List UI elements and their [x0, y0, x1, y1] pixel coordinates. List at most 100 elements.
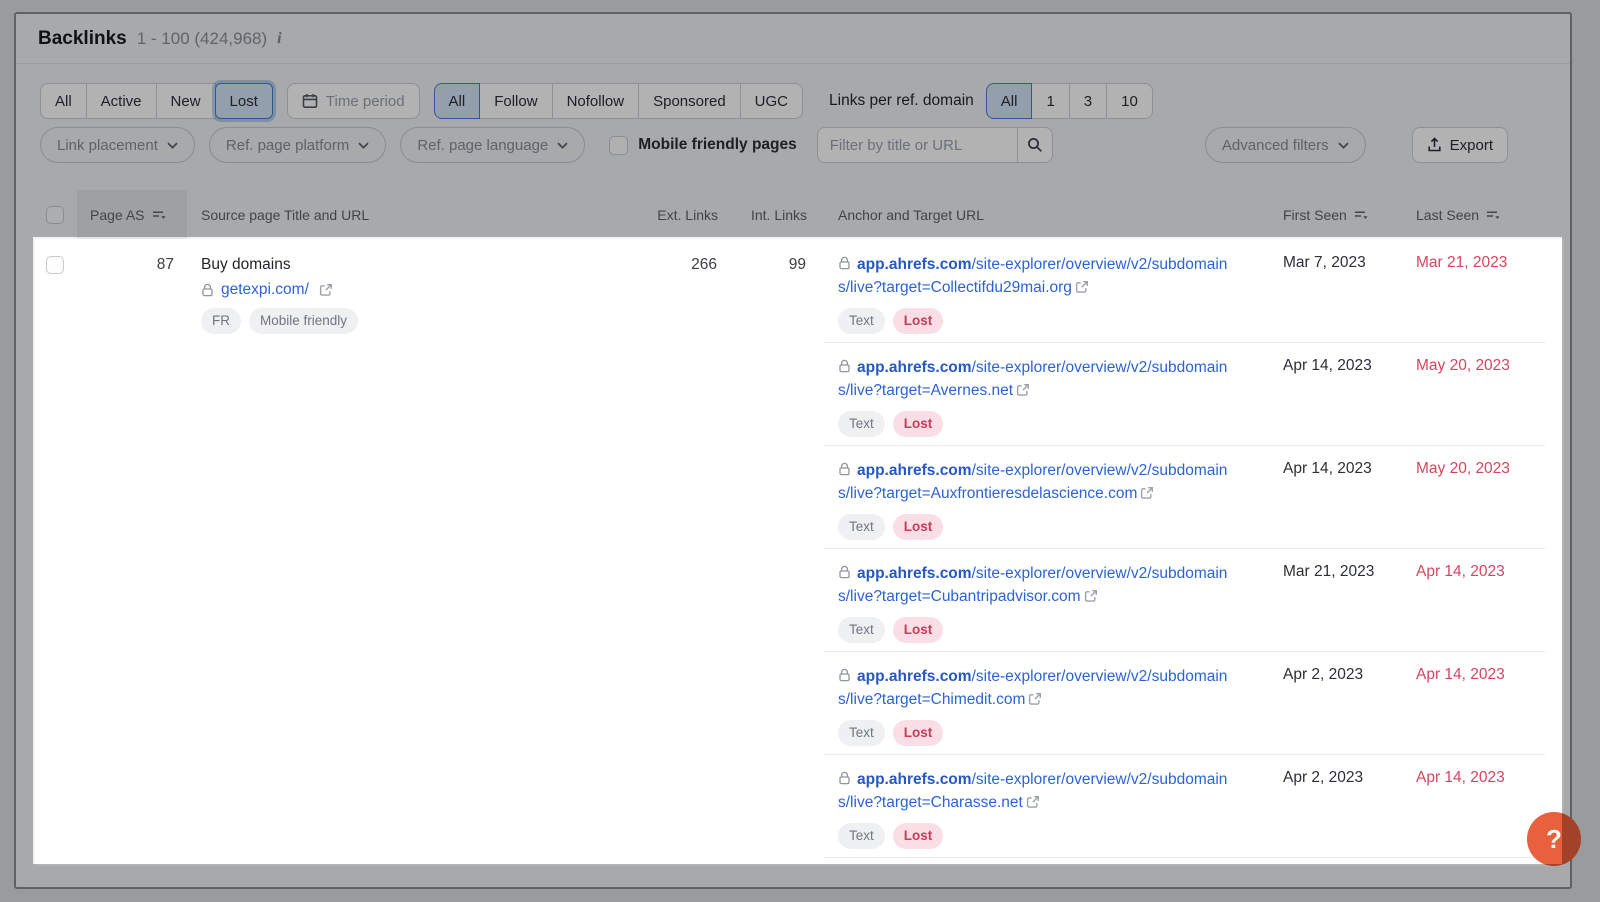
- column-header-ext-links: Ext. Links: [642, 190, 718, 239]
- rel-filter-ugc[interactable]: UGC: [740, 83, 803, 119]
- export-button[interactable]: Export: [1412, 127, 1508, 163]
- status-badge: Lost: [893, 617, 944, 643]
- links-per-domain-all[interactable]: All: [986, 83, 1033, 119]
- screenshot-stage: Backlinks 1 - 100 (424,968) i All Active…: [0, 0, 1600, 902]
- filter-toolbar-row-1: All Active New Lost Time period All Foll…: [40, 83, 1560, 119]
- rel-filter-nofollow[interactable]: Nofollow: [552, 83, 640, 119]
- target-url-link[interactable]: app.ahrefs.com/site-explorer/overview/v2…: [838, 359, 1227, 399]
- link-type-badge: Text: [838, 823, 885, 849]
- source-page-url-link[interactable]: getexpi.com/: [221, 281, 309, 299]
- target-url-link[interactable]: app.ahrefs.com/site-explorer/overview/v2…: [838, 462, 1227, 502]
- row-checkbox[interactable]: [46, 256, 64, 274]
- target-domain: app.ahrefs.com: [857, 462, 972, 479]
- rel-filter-sponsored[interactable]: Sponsored: [638, 83, 741, 119]
- select-all-checkbox[interactable]: [46, 206, 64, 224]
- external-link-icon[interactable]: [1075, 280, 1089, 294]
- external-link-icon[interactable]: [1084, 589, 1098, 603]
- anchor-target-cell: app.ahrefs.com/site-explorer/overview/v2…: [807, 445, 1270, 548]
- ref-page-language-label: Ref. page language: [417, 137, 548, 154]
- result-range-count: 1 - 100 (424,968): [137, 29, 267, 49]
- links-per-domain-3[interactable]: 3: [1069, 83, 1107, 119]
- anchor-target-cell: app.ahrefs.com/site-explorer/overview/v2…: [807, 239, 1270, 342]
- backlink-entry: app.ahrefs.com/site-explorer/overview/v2…: [807, 342, 1564, 445]
- table-row: 87 Buy domains getexpi.com/: [35, 239, 1564, 866]
- sort-icon: [1486, 208, 1500, 224]
- link-type-badge: Text: [838, 720, 885, 746]
- page-as-value: 87: [77, 239, 187, 866]
- time-period-button[interactable]: Time period: [287, 83, 420, 119]
- link-type-badge: Text: [838, 514, 885, 540]
- links-per-domain-label: Links per ref. domain: [829, 92, 974, 110]
- anchor-target-cell: app.ahrefs.com/site-explorer/overview/v2…: [807, 342, 1270, 445]
- backlinks-table: Page AS Source page Title and URL Ext. L…: [35, 190, 1564, 866]
- sort-icon: [1354, 208, 1368, 224]
- external-link-icon[interactable]: [1028, 692, 1042, 706]
- target-domain: app.ahrefs.com: [857, 256, 972, 273]
- source-page-cell: Buy domains getexpi.com/: [187, 239, 642, 866]
- anchor-target-cell: app.ahrefs.com/site-explorer/overview/v2…: [807, 754, 1270, 857]
- first-seen-value: Mar 21, 2023: [1270, 548, 1400, 651]
- title-url-filter: [817, 127, 1053, 163]
- links-per-domain-1[interactable]: 1: [1031, 83, 1069, 119]
- ref-page-language-dropdown[interactable]: Ref. page language: [400, 127, 585, 163]
- target-domain: app.ahrefs.com: [857, 359, 972, 376]
- chevron-down-icon: [167, 142, 178, 149]
- status-filter-segment: All Active New Lost: [40, 83, 273, 119]
- external-link-icon[interactable]: [1140, 486, 1154, 500]
- status-badge: Lost: [893, 720, 944, 746]
- link-placement-label: Link placement: [57, 137, 158, 154]
- status-filter-active[interactable]: Active: [86, 83, 157, 119]
- backlink-subrows: app.ahrefs.com/site-explorer/overview/v2…: [807, 239, 1564, 866]
- target-domain: app.ahrefs.com: [857, 668, 972, 685]
- column-header-last-seen[interactable]: Last Seen: [1400, 190, 1564, 239]
- links-per-domain-10[interactable]: 10: [1106, 83, 1153, 119]
- column-header-first-seen[interactable]: First Seen: [1270, 190, 1400, 239]
- backlink-entry: app.ahrefs.com/site-explorer/overview/v2…: [807, 651, 1564, 754]
- sort-icon: [152, 208, 166, 224]
- last-seen-value: Apr 14, 2023: [1400, 651, 1564, 754]
- calendar-icon: [302, 93, 318, 109]
- advanced-filters-dropdown[interactable]: Advanced filters: [1205, 127, 1366, 163]
- help-fab-label: ?: [1546, 824, 1562, 855]
- column-header-anchor: Anchor and Target URL: [807, 190, 1270, 239]
- help-fab[interactable]: ?: [1527, 812, 1581, 866]
- target-url-link[interactable]: app.ahrefs.com/site-explorer/overview/v2…: [838, 565, 1227, 605]
- ref-page-platform-label: Ref. page platform: [226, 137, 349, 154]
- backlink-entry-partial: [807, 857, 1564, 866]
- column-header-page-as[interactable]: Page AS: [77, 190, 187, 239]
- lock-icon: [838, 771, 851, 785]
- target-url-link[interactable]: app.ahrefs.com/site-explorer/overview/v2…: [838, 256, 1227, 296]
- rel-filter-segment: All Follow Nofollow Sponsored UGC: [434, 83, 803, 119]
- backlink-entry: app.ahrefs.com/site-explorer/overview/v2…: [807, 548, 1564, 651]
- external-link-icon[interactable]: [1016, 383, 1030, 397]
- rel-filter-follow[interactable]: Follow: [479, 83, 552, 119]
- status-filter-new[interactable]: New: [156, 83, 216, 119]
- source-page-title: Buy domains: [201, 256, 642, 274]
- lock-icon: [838, 359, 851, 373]
- report-header: Backlinks 1 - 100 (424,968) i: [16, 14, 1570, 64]
- external-link-icon[interactable]: [319, 283, 333, 297]
- target-domain: app.ahrefs.com: [857, 565, 972, 582]
- status-badge: Lost: [893, 514, 944, 540]
- first-seen-value: Apr 14, 2023: [1270, 342, 1400, 445]
- anchor-target-cell: app.ahrefs.com/site-explorer/overview/v2…: [807, 548, 1270, 651]
- export-label: Export: [1450, 137, 1493, 154]
- mobile-friendly-checkbox[interactable]: [609, 136, 628, 155]
- first-seen-value: Apr 2, 2023: [1270, 651, 1400, 754]
- status-filter-lost[interactable]: Lost: [215, 83, 273, 119]
- search-button[interactable]: [1017, 127, 1053, 163]
- rel-filter-all[interactable]: All: [434, 83, 481, 119]
- ref-page-platform-dropdown[interactable]: Ref. page platform: [209, 127, 386, 163]
- link-placement-dropdown[interactable]: Link placement: [40, 127, 195, 163]
- lock-icon: [838, 256, 851, 270]
- filter-input[interactable]: [817, 127, 1017, 163]
- info-icon[interactable]: i: [277, 30, 281, 48]
- external-link-icon[interactable]: [1026, 795, 1040, 809]
- status-badge: Lost: [893, 411, 944, 437]
- backlink-entry: app.ahrefs.com/site-explorer/overview/v2…: [807, 239, 1564, 342]
- backlink-entry: app.ahrefs.com/site-explorer/overview/v2…: [807, 445, 1564, 548]
- backlink-entry: app.ahrefs.com/site-explorer/overview/v2…: [807, 754, 1564, 857]
- status-filter-all[interactable]: All: [40, 83, 87, 119]
- status-badge: Lost: [893, 308, 944, 334]
- link-type-badge: Text: [838, 308, 885, 334]
